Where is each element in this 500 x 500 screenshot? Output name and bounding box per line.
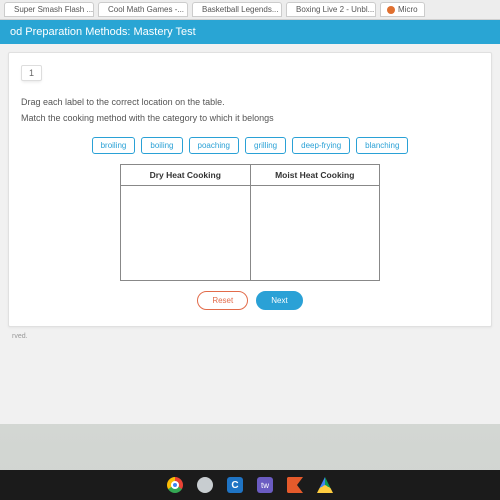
chip-poaching[interactable]: poaching — [189, 137, 239, 154]
chip-boiling[interactable]: boiling — [141, 137, 182, 154]
column-header-dry: Dry Heat Cooking — [121, 165, 251, 186]
chrome-icon[interactable] — [167, 477, 183, 493]
reset-button[interactable]: Reset — [197, 291, 248, 310]
tab-smash[interactable]: Super Smash Flash ... — [4, 2, 94, 17]
os-taskbar — [0, 470, 500, 500]
question-card: 1 Drag each label to the correct locatio… — [8, 52, 492, 327]
drop-table: Dry Heat Cooking Moist Heat Cooking — [120, 164, 380, 281]
draggable-chip-row: broiling boiling poaching grilling deep-… — [21, 137, 479, 154]
instruction-line-1: Drag each label to the correct location … — [21, 97, 479, 107]
tab-basketball[interactable]: Basketball Legends... — [192, 2, 282, 17]
c-app-icon[interactable] — [227, 477, 243, 493]
chip-grilling[interactable]: grilling — [245, 137, 286, 154]
instruction-line-2: Match the cooking method with the catego… — [21, 113, 479, 123]
chip-deep-frying[interactable]: deep-frying — [292, 137, 350, 154]
tw-app-icon[interactable] — [257, 477, 273, 493]
page-title-bar: od Preparation Methods: Mastery Test — [0, 20, 500, 44]
column-header-moist: Moist Heat Cooking — [250, 165, 380, 186]
drop-zone-dry[interactable] — [121, 186, 251, 281]
chip-blanching[interactable]: blanching — [356, 137, 408, 154]
flag-icon[interactable] — [287, 477, 303, 493]
app-icon[interactable] — [197, 477, 213, 493]
next-button[interactable]: Next — [256, 291, 302, 310]
tab-coolmath[interactable]: Cool Math Games -... — [98, 2, 188, 17]
footer-text: rved. — [8, 327, 492, 346]
drop-zone-moist[interactable] — [250, 186, 380, 281]
browser-tabs: Super Smash Flash ... Cool Math Games -.… — [0, 0, 500, 20]
favicon-icon — [387, 6, 395, 14]
tab-boxing[interactable]: Boxing Live 2 - Unbl... — [286, 2, 376, 17]
tab-micro[interactable]: Micro — [380, 2, 425, 17]
chip-broiling[interactable]: broiling — [92, 137, 136, 154]
question-number-badge: 1 — [21, 65, 42, 81]
drive-icon[interactable] — [317, 477, 333, 493]
page-title: od Preparation Methods: Mastery Test — [10, 26, 196, 38]
